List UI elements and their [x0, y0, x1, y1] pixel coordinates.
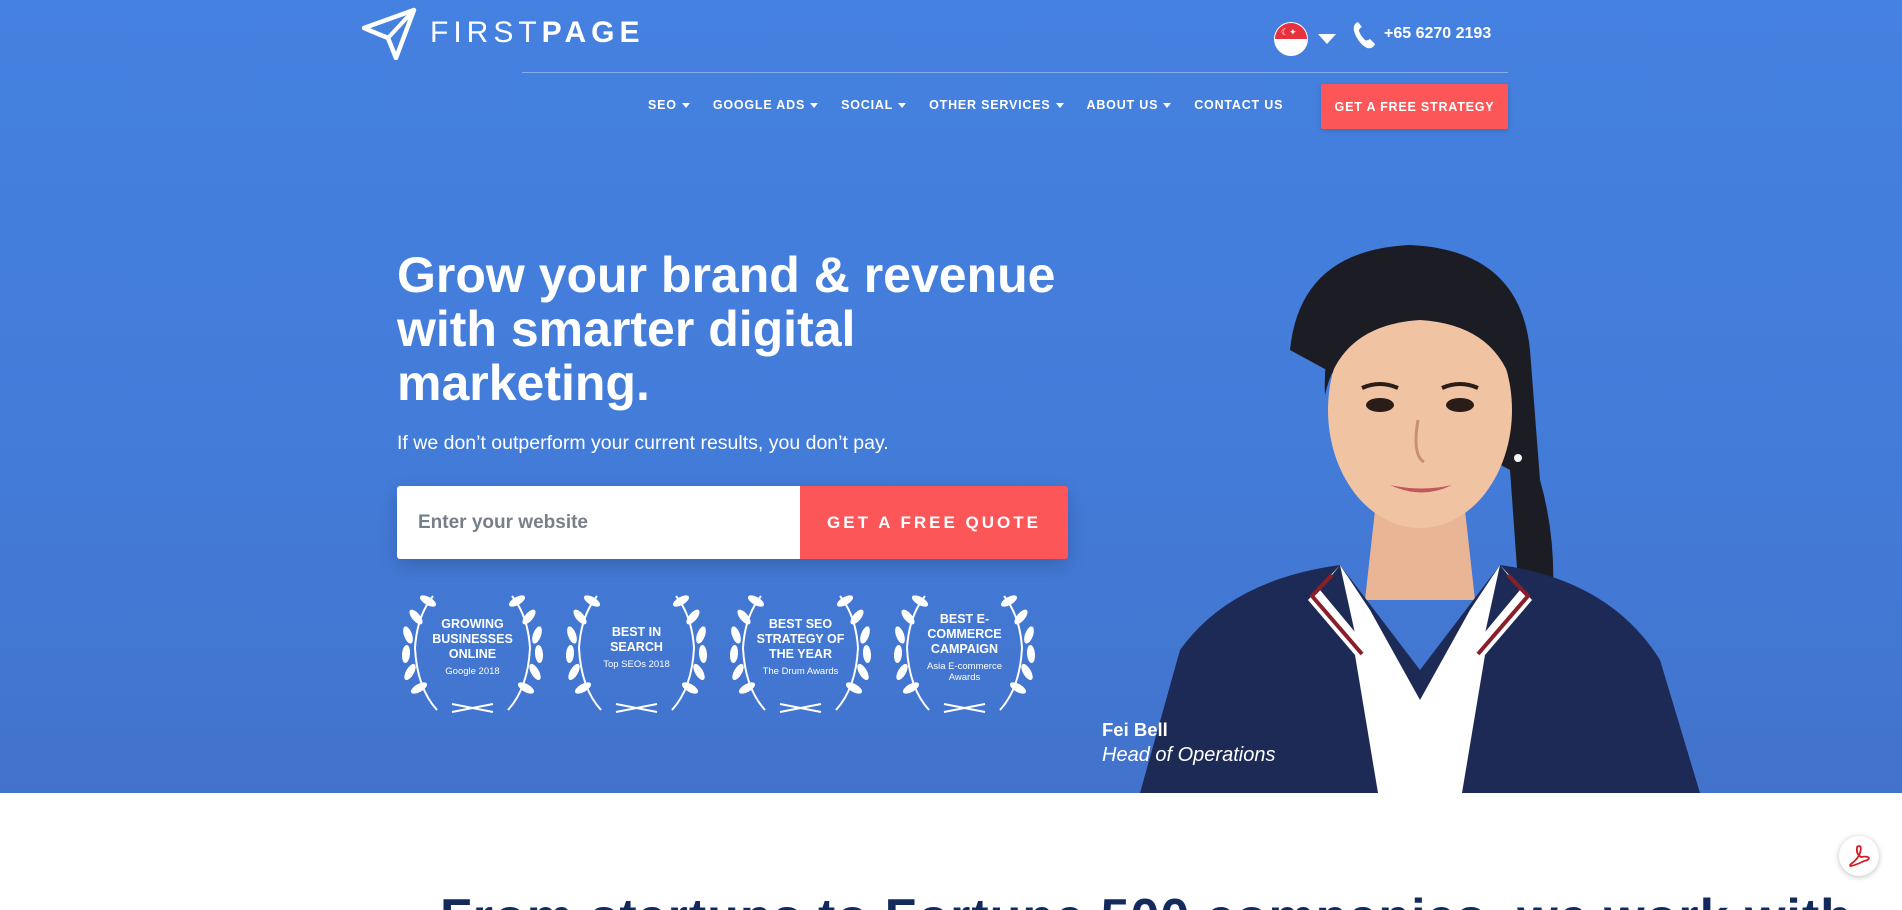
award-badge: BEST E-COMMERCE CAMPAIGN Asia E-commerce… — [889, 588, 1040, 714]
award-title: GROWING BUSINESSES ONLINE — [432, 617, 513, 661]
award-badge: GROWING BUSINESSES ONLINE Google 2018 — [397, 588, 548, 714]
award-title: BEST IN SEARCH — [610, 624, 663, 654]
paper-plane-logo-icon — [362, 7, 417, 60]
nav-item-contact-us[interactable]: CONTACT US — [1194, 98, 1283, 112]
logo-wordmark: FIRSTPAGE — [430, 16, 645, 49]
award-source: Google 2018 — [445, 666, 500, 677]
chevron-down-icon — [1055, 102, 1064, 108]
main-nav: SEO GOOGLE ADS SOCIAL OTHER SERVICES ABO… — [648, 98, 1283, 112]
team-member-role: Head of Operations — [1102, 744, 1276, 766]
team-member-name: Fei Bell — [1102, 719, 1168, 740]
nav-item-other-services[interactable]: OTHER SERVICES — [929, 98, 1064, 112]
nav-item-about-us[interactable]: ABOUT US — [1087, 98, 1172, 112]
award-title: BEST E-COMMERCE CAMPAIGN — [927, 611, 1002, 656]
nav-item-seo[interactable]: SEO — [648, 98, 690, 112]
chevron-down-icon — [1163, 102, 1172, 108]
hero-headline: Grow your brand & revenue with smarter d… — [397, 247, 1056, 411]
awards-row: GROWING BUSINESSES ONLINE Google 2018 BE… — [397, 588, 1040, 714]
section-heading-cutoff: From startups to Fortune 500 companies, … — [440, 888, 1853, 910]
get-free-quote-button[interactable]: GET A FREE QUOTE — [800, 486, 1068, 559]
hero-section: FIRSTPAGE ☾✦ +65 6270 2193 SEO GOOGLE AD… — [0, 0, 1902, 793]
award-title: BEST SEO STRATEGY OF THE YEAR — [756, 617, 845, 661]
chevron-down-icon — [898, 102, 907, 108]
quote-form: GET A FREE QUOTE — [397, 486, 1068, 559]
award-source: Top SEOs 2018 — [603, 658, 670, 670]
website-input[interactable] — [397, 486, 800, 559]
hero-subhead: If we don’t outperform your current resu… — [397, 432, 889, 454]
nav-item-social[interactable]: SOCIAL — [841, 98, 907, 112]
pdf-viewer-button[interactable] — [1839, 836, 1879, 876]
phone-icon — [1353, 22, 1375, 49]
award-source: Asia E-commerce Awards — [927, 660, 1002, 683]
singapore-flag-icon[interactable]: ☾✦ — [1274, 22, 1308, 56]
award-badge: BEST IN SEARCH Top SEOs 2018 — [561, 588, 712, 714]
chevron-down-icon[interactable] — [1318, 34, 1336, 44]
chevron-down-icon — [810, 102, 819, 108]
award-badge: BEST SEO STRATEGY OF THE YEAR The Drum A… — [725, 588, 876, 714]
nav-item-google-ads[interactable]: GOOGLE ADS — [713, 98, 819, 112]
get-free-strategy-button[interactable]: GET A FREE STRATEGY — [1321, 84, 1508, 129]
award-source: The Drum Awards — [762, 666, 839, 677]
header-divider — [522, 72, 1508, 73]
firstpage-logo[interactable]: FIRSTPAGE — [362, 6, 644, 60]
pdf-icon — [1849, 845, 1870, 867]
team-member-photo — [1140, 245, 1700, 793]
chevron-down-icon — [681, 102, 690, 108]
phone-number-link[interactable]: +65 6270 2193 — [1384, 25, 1491, 43]
